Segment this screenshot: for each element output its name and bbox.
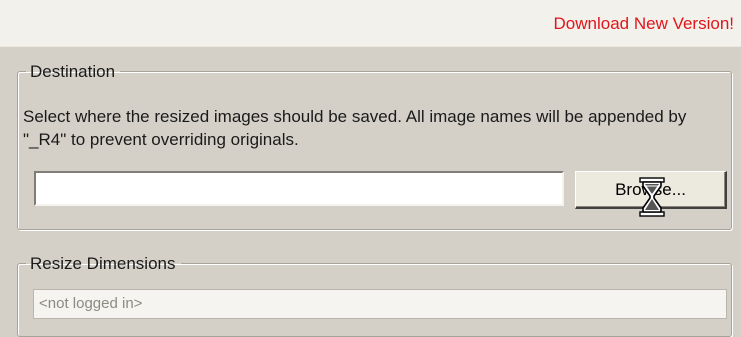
destination-path-input[interactable] [34,171,564,206]
resize-dimensions-legend: Resize Dimensions [30,254,176,273]
top-strip: Download New Version! [0,0,741,47]
destination-description: Select where the resized images should b… [23,107,687,149]
destination-legend: Destination [30,62,116,81]
browse-button[interactable]: Browse... [575,171,727,209]
download-new-version-link[interactable]: Download New Version! [554,14,734,34]
